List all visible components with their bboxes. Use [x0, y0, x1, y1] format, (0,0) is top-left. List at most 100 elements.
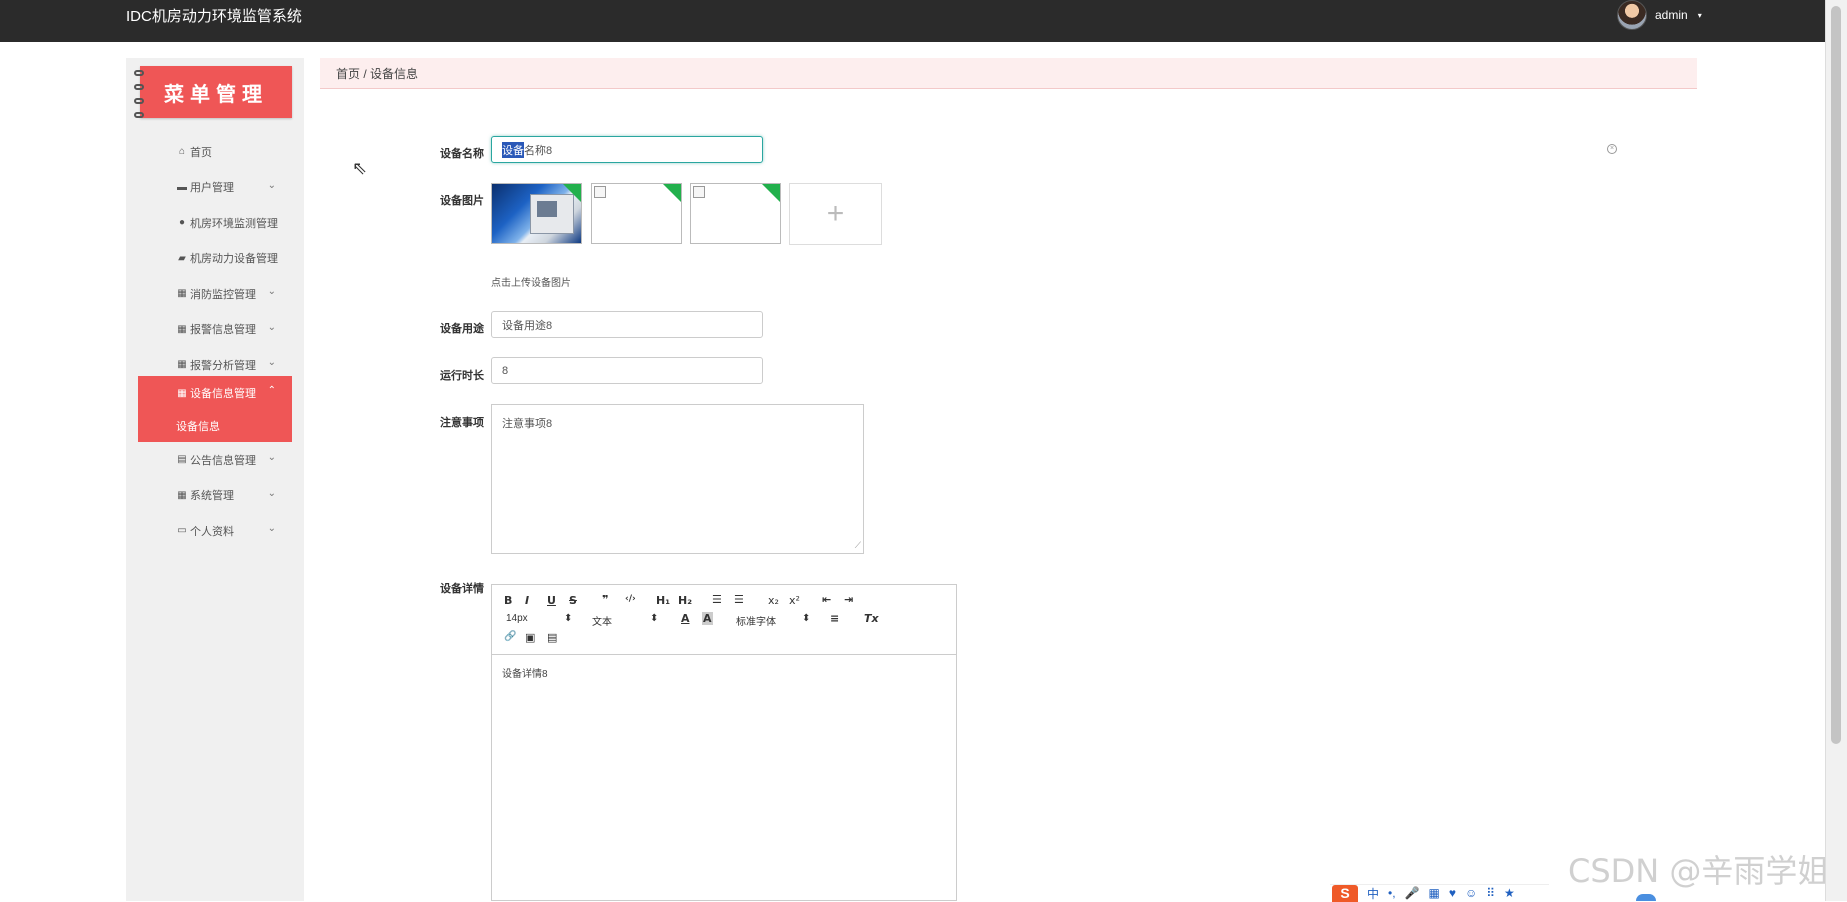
bold-button[interactable]: B [504, 594, 512, 607]
top-navbar: IDC机房动力环境监管系统 admin ▾ [0, 0, 1847, 42]
h2-button[interactable]: H₂ [678, 594, 692, 607]
bullet-list-button[interactable]: ☰ [734, 593, 744, 606]
input-text: 名称8 [524, 144, 553, 157]
strike-button[interactable]: S [569, 594, 577, 607]
skin-icon[interactable]: ♥ [1449, 886, 1456, 900]
device-name-label: 设备名称 [440, 148, 484, 160]
sidebar-item-label: 报警信息管理 [190, 324, 256, 337]
comment-icon: ▰ [178, 252, 186, 264]
uploaded-check-icon [563, 184, 581, 202]
device-name-input[interactable]: 设备 名称8 [491, 136, 763, 163]
device-image-thumb[interactable] [491, 183, 582, 244]
clear-icon[interactable]: × [1607, 144, 1617, 154]
ime-mode[interactable]: 中 [1367, 885, 1379, 902]
indent-button[interactable]: ⇥ [844, 593, 853, 606]
mouse-cursor-icon: ⇖ [352, 158, 368, 178]
sidebar-item-home[interactable]: ⌂ 首页 [126, 134, 304, 170]
sidebar-item-announcements[interactable]: ▤ 公告信息管理 ⌄ [126, 442, 304, 478]
sidebar-item-fire-monitor[interactable]: ▦ 消防监控管理 ⌄ [126, 276, 304, 312]
subscript-button[interactable]: x₂ [768, 594, 779, 607]
sidebar-item-power-devices[interactable]: ▰ 机房动力设备管理 [126, 241, 304, 277]
resize-handle-icon[interactable]: ⟋ [855, 540, 861, 551]
menu-header: 菜单管理 [134, 66, 292, 118]
sidebar: 菜单管理 ⌂ 首页 ▬ 用户管理 ⌄ ● 机房环境监测管理 ▰ 机房动力设备管理… [126, 58, 304, 901]
uploaded-check-icon [762, 184, 780, 202]
sidebar-item-environment[interactable]: ● 机房环境监测管理 [126, 205, 304, 241]
device-image-thumb[interactable] [591, 183, 682, 244]
runtime-label: 运行时长 [440, 370, 484, 382]
sidebar-item-label: 消防监控管理 [190, 288, 256, 301]
grid-icon: ▦ [177, 387, 187, 399]
sidebar-item-alarm-info[interactable]: ▦ 报警信息管理 ⌄ [126, 312, 304, 348]
text-type-select-arrows-icon[interactable]: ⬍ [650, 613, 658, 624]
username[interactable]: admin [1655, 8, 1688, 22]
sidebar-item-users[interactable]: ▬ 用户管理 ⌄ [126, 170, 304, 206]
sidebar-item-profile[interactable]: ▭ 个人资料 ⌄ [126, 513, 304, 549]
grid-icon: ▦ [177, 489, 187, 501]
superscript-button[interactable]: x² [789, 594, 800, 607]
sidebar-subitem-device-info[interactable]: 设备信息 [138, 410, 292, 442]
notes-textarea[interactable]: 注意事项8 ⟋ [491, 404, 864, 554]
grid-icon: ▦ [177, 323, 187, 335]
chevron-down-icon: ⌄ [267, 286, 276, 297]
sidebar-item-label: 用户管理 [190, 182, 234, 195]
font-size-select-arrows-icon[interactable]: ⬍ [564, 613, 572, 624]
scrollbar-thumb[interactable] [1831, 6, 1841, 744]
chevron-down-icon: ⌄ [267, 179, 276, 191]
ime-toolbar[interactable]: S 中 •, 🎤 ▦ ♥ ☺ ⠿ ★ [1330, 884, 1549, 902]
user-menu[interactable]: admin ▾ [1617, 0, 1702, 30]
emoji-icon[interactable]: ☺ [1465, 886, 1477, 900]
h1-button[interactable]: H₁ [656, 594, 670, 607]
runtime-input[interactable]: 8 [491, 357, 763, 384]
chevron-down-icon: ⌄ [267, 452, 276, 463]
italic-button[interactable]: I [525, 594, 529, 607]
sidebar-item-device-info[interactable]: ▦ 设备信息管理 ⌃ [138, 376, 292, 410]
sidebar-nav-lower: ▤ 公告信息管理 ⌄ ▦ 系统管理 ⌄ ▭ 个人资料 ⌄ [126, 442, 304, 549]
toolbox-icon[interactable]: ⠿ [1486, 886, 1495, 900]
device-usage-input[interactable]: 设备用途8 [491, 311, 763, 338]
ordered-list-button[interactable]: ☰ [712, 593, 722, 606]
user-icon: ● [178, 217, 186, 229]
blockquote-button[interactable]: ❞ [602, 593, 608, 606]
star-icon[interactable]: ★ [1504, 886, 1515, 900]
briefcase-icon: ▬ [177, 181, 187, 193]
sidebar-item-system[interactable]: ▦ 系统管理 ⌄ [126, 478, 304, 514]
text-type-select[interactable]: 文本 [592, 613, 612, 628]
align-button[interactable]: ≡ [830, 612, 839, 625]
avatar[interactable] [1617, 0, 1647, 30]
plus-icon: + [826, 197, 845, 230]
link-button[interactable]: 🔗 [504, 631, 516, 642]
microphone-icon[interactable]: 🎤 [1405, 886, 1420, 900]
punctuation-icon[interactable]: •, [1388, 886, 1396, 900]
broken-image-icon [693, 186, 705, 198]
chevron-down-icon: ⌄ [267, 487, 276, 499]
device-image-label: 设备图片 [440, 195, 484, 207]
font-family-select-arrows-icon[interactable]: ⬍ [802, 613, 810, 624]
video-button[interactable]: ▤ [547, 631, 557, 644]
caret-down-icon[interactable]: ▾ [1698, 11, 1702, 20]
code-block-button[interactable]: ‹/› [625, 594, 636, 604]
font-family-select[interactable]: 标准字体 [736, 613, 776, 628]
image-button[interactable]: ▣ [525, 631, 535, 644]
clear-format-button[interactable]: Tx [864, 612, 879, 625]
device-image-thumb[interactable] [690, 183, 781, 244]
outdent-button[interactable]: ⇤ [822, 593, 831, 606]
upload-image-button[interactable]: + [789, 183, 882, 245]
keyboard-icon[interactable]: ▦ [1429, 886, 1440, 900]
device-usage-label: 设备用途 [440, 323, 484, 335]
selected-text: 设备 [502, 141, 524, 158]
input-text: 8 [502, 364, 509, 377]
sidebar-item-label: 机房环境监测管理 [190, 217, 278, 230]
sogou-logo-icon: S [1332, 884, 1358, 902]
page-scrollbar[interactable] [1825, 0, 1847, 901]
font-size-select[interactable]: 14px [506, 613, 528, 624]
clipboard-icon: ▤ [177, 454, 187, 466]
floating-button[interactable] [1636, 894, 1656, 901]
editor-content[interactable]: 设备详情8 [492, 655, 956, 690]
upload-hint: 点击上传设备图片 [491, 278, 571, 289]
background-color-button[interactable]: A [702, 612, 713, 625]
breadcrumb: 首页 / 设备信息 [320, 58, 1697, 89]
underline-button[interactable]: U [547, 594, 556, 607]
calendar-icon: ▭ [177, 525, 187, 537]
text-color-button[interactable]: A [681, 612, 690, 625]
